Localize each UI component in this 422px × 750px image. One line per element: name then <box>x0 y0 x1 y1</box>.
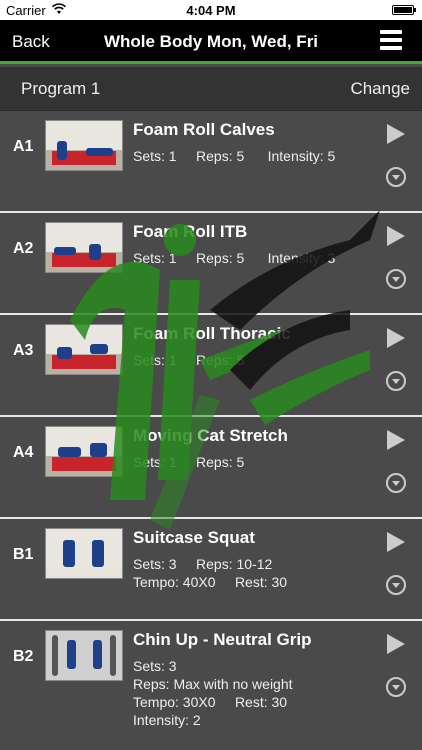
exercise-row[interactable]: B2 Chin Up - Neutral Grip Sets: 3 Reps: … <box>0 621 422 750</box>
exercise-details: Sets: 1 Reps: 5 <box>133 454 245 470</box>
exercise-details: Sets: 1 Reps: 5 Intensity: 3 <box>133 250 336 266</box>
exercise-details: Tempo: 40X0 Rest: 30 <box>133 574 288 590</box>
nav-bar: Back Whole Body Mon, Wed, Fri <box>0 20 422 64</box>
play-icon[interactable] <box>387 532 405 552</box>
exercise-details: Sets: 3 <box>133 658 177 674</box>
exercise-code: A3 <box>13 342 34 359</box>
exercise-code: A2 <box>13 240 34 257</box>
play-icon[interactable] <box>387 328 405 348</box>
exercise-row[interactable]: A4 Moving Cat Stretch Sets: 1 Reps: 5 <box>0 417 422 519</box>
exercise-name: Moving Cat Stretch <box>133 426 288 445</box>
hamburger-menu-icon[interactable] <box>380 30 402 52</box>
battery-icon <box>392 5 416 15</box>
exercise-code: A1 <box>13 138 34 155</box>
expand-chevron-icon[interactable] <box>386 473 406 493</box>
play-icon[interactable] <box>387 430 405 450</box>
exercise-row[interactable]: A3 Foam Roll Thoracic Sets: 1 Reps: 5 <box>0 315 422 417</box>
exercise-code: B2 <box>13 648 34 665</box>
exercise-code: B1 <box>13 546 34 563</box>
exercise-details: Reps: Max with no weight <box>133 676 293 692</box>
program-name: Program 1 <box>21 79 101 98</box>
exercise-name: Foam Roll ITB <box>133 222 248 241</box>
expand-chevron-icon[interactable] <box>386 371 406 391</box>
exercise-details: Sets: 1 Reps: 5 <box>133 352 245 368</box>
expand-chevron-icon[interactable] <box>386 269 406 289</box>
clock: 4:04 PM <box>186 3 236 18</box>
exercise-name: Chin Up - Neutral Grip <box>133 630 312 649</box>
exercise-thumbnail <box>45 222 123 273</box>
page-title: Whole Body Mon, Wed, Fri <box>103 32 319 51</box>
exercise-name: Foam Roll Calves <box>133 120 275 139</box>
status-bar: Carrier 4:04 PM <box>0 0 422 20</box>
play-icon[interactable] <box>387 124 405 144</box>
expand-chevron-icon[interactable] <box>386 167 406 187</box>
change-program-button[interactable]: Change <box>350 79 410 99</box>
exercise-details: Tempo: 30X0 Rest: 30 <box>133 694 288 710</box>
play-icon[interactable] <box>387 634 405 654</box>
program-bar: Program 1 Change <box>0 67 422 111</box>
exercise-thumbnail <box>45 630 123 681</box>
exercise-details: Intensity: 2 <box>133 712 201 728</box>
exercise-list: A1 Foam Roll Calves Sets: 1 Reps: 5 Inte… <box>0 111 422 750</box>
expand-chevron-icon[interactable] <box>386 677 406 697</box>
exercise-details: Sets: 1 Reps: 5 Intensity: 5 <box>133 148 336 164</box>
exercise-details: Sets: 3 Reps: 10-12 <box>133 556 273 572</box>
play-icon[interactable] <box>387 226 405 246</box>
exercise-name: Foam Roll Thoracic <box>133 324 291 343</box>
exercise-thumbnail <box>45 426 123 477</box>
exercise-code: A4 <box>13 444 34 461</box>
exercise-row[interactable]: A1 Foam Roll Calves Sets: 1 Reps: 5 Inte… <box>0 111 422 213</box>
exercise-row[interactable]: B1 Suitcase Squat Sets: 3 Reps: 10-12 Te… <box>0 519 422 621</box>
expand-chevron-icon[interactable] <box>386 575 406 595</box>
exercise-thumbnail <box>45 528 123 579</box>
exercise-thumbnail <box>45 324 123 375</box>
exercise-name: Suitcase Squat <box>133 528 255 547</box>
exercise-thumbnail <box>45 120 123 171</box>
exercise-row[interactable]: A2 Foam Roll ITB Sets: 1 Reps: 5 Intensi… <box>0 213 422 315</box>
